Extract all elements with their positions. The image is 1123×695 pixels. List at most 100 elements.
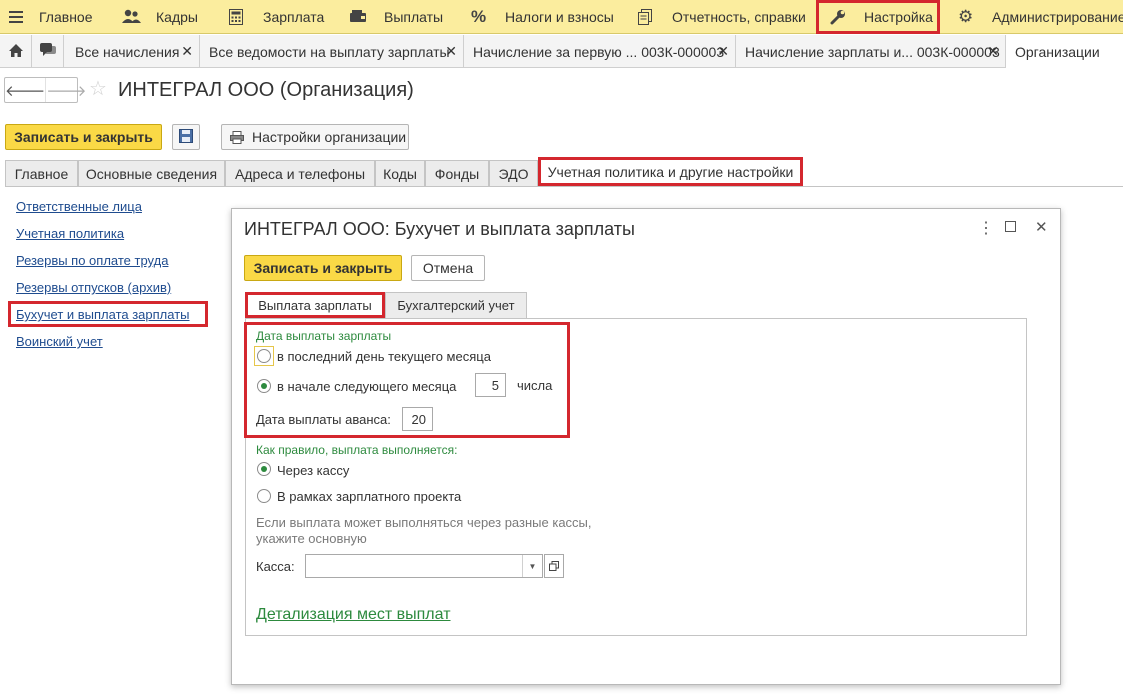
arrow-right-icon: 🡒 — [46, 82, 87, 100]
tab-edo[interactable]: ЭДО — [489, 160, 538, 186]
hint-line-2: укажите основную — [256, 531, 367, 546]
radio-label: в последний день текущего месяца — [277, 349, 491, 364]
tab-salary-payment[interactable]: Выплата зарплаты — [245, 292, 385, 318]
tab-label: Все ведомости на выплату зарплаты — [209, 43, 450, 60]
dialog-save-close-button[interactable]: Записать и закрыть — [244, 255, 402, 281]
people-icon — [122, 8, 141, 26]
close-icon[interactable]: ✕ — [717, 43, 729, 60]
tab-label: Начисление зарплаты и... 003К-000003 — [745, 43, 1000, 60]
hamburger-icon — [9, 8, 27, 26]
tab-salary-accrual[interactable]: Начисление зарплаты и... 003К-000003 ✕ — [736, 35, 1006, 68]
discussions-button[interactable] — [32, 35, 64, 68]
percent-icon: % — [471, 7, 487, 26]
save-close-button[interactable]: Записать и закрыть — [5, 124, 162, 150]
menu-item-settings[interactable]: Настройка — [830, 0, 933, 34]
button-label: Настройки организации — [252, 129, 407, 145]
tab-accounting[interactable]: Бухгалтерский учет — [385, 292, 527, 318]
close-icon[interactable]: ✕ — [1035, 218, 1048, 236]
maximize-icon[interactable] — [1005, 219, 1016, 236]
menu-label: Налоги и взносы — [505, 9, 614, 25]
pay-date-group-title: Дата выплаты зарплаты — [256, 329, 392, 343]
cancel-button[interactable]: Отмена — [411, 255, 485, 281]
tab-divider — [5, 186, 1123, 187]
menu-item-reports[interactable]: Отчетность, справки — [638, 0, 806, 34]
tab-accounting-policy[interactable]: Учетная политика и другие настройки — [538, 157, 803, 186]
favorite-star-icon[interactable]: ☆ — [89, 79, 107, 99]
menu-label: Выплаты — [384, 9, 444, 25]
link-vacation-reserves[interactable]: Резервы отпусков (архив) — [16, 280, 171, 295]
chevron-down-icon[interactable]: ▼ — [522, 555, 542, 577]
chat-icon — [39, 43, 56, 60]
menu-item-main[interactable]: Главное — [9, 0, 93, 34]
link-labor-reserves[interactable]: Резервы по оплате труда — [16, 253, 168, 268]
link-accounting-policy[interactable]: Учетная политика — [16, 226, 124, 241]
menu-label: Зарплата — [263, 9, 325, 25]
tab-label: Организации — [1015, 43, 1100, 60]
day-suffix-label: числа — [517, 378, 553, 393]
calculator-icon — [229, 8, 247, 26]
page-title: ИНТЕГРАЛ ООО (Организация) — [118, 79, 414, 101]
history-nav: 🡐 🡒 — [4, 77, 86, 103]
gear-icon: ⚙ — [958, 7, 974, 26]
arrow-left-icon: 🡐 — [5, 82, 46, 100]
wrench-icon — [830, 8, 848, 26]
top-menu: Главное Кадры Зарплата Выплаты % Налоги … — [0, 0, 1123, 34]
radio-next-month[interactable] — [257, 379, 271, 393]
next-month-day-input[interactable]: 5 — [475, 373, 506, 397]
tab-basic-info[interactable]: Основные сведения — [78, 160, 225, 186]
payment-method-group-title: Как правило, выплата выполняется: — [256, 443, 458, 457]
radio-label: в начале следующего месяца — [277, 379, 457, 394]
menu-item-taxes[interactable]: % Налоги и взносы — [471, 0, 614, 34]
tab-all-statements[interactable]: Все ведомости на выплату зарплаты ✕ — [200, 35, 464, 68]
tab-addresses[interactable]: Адреса и телефоны — [225, 160, 375, 186]
menu-label: Администрирование — [992, 9, 1123, 25]
radio-last-day[interactable] — [257, 349, 271, 363]
home-icon — [8, 43, 23, 60]
open-button[interactable] — [544, 554, 564, 578]
tab-label: Все начисления — [75, 43, 180, 60]
dialog-title: ИНТЕГРАЛ ООО: Бухучет и выплата зарплаты — [244, 219, 635, 239]
close-icon[interactable]: ✕ — [987, 43, 999, 60]
link-payroll-accounting[interactable]: Бухучет и выплата зарплаты — [16, 307, 190, 322]
home-button[interactable] — [0, 35, 32, 68]
menu-item-payments[interactable]: Выплаты — [350, 0, 443, 34]
more-menu-icon[interactable]: ⋮ — [978, 218, 994, 238]
back-button[interactable]: 🡐 — [5, 78, 45, 102]
advance-day-input[interactable]: 20 — [402, 407, 433, 431]
payroll-dialog: ИНТЕГРАЛ ООО: Бухучет и выплата зарплаты… — [231, 208, 1061, 685]
tab-first-half-accrual[interactable]: Начисление за первую ... 003К-000003 ✕ — [464, 35, 736, 68]
save-button[interactable] — [172, 124, 200, 150]
menu-label: Отчетность, справки — [672, 9, 806, 25]
window-tab-bar: Все начисления ✕ Все ведомости на выплат… — [0, 35, 1123, 68]
menu-label: Кадры — [156, 9, 198, 25]
documents-icon — [638, 8, 656, 26]
tab-all-accruals[interactable]: Все начисления ✕ — [66, 35, 200, 68]
menu-label: Настройка — [864, 9, 933, 25]
radio-cash[interactable] — [257, 462, 271, 476]
tab-codes[interactable]: Коды — [375, 160, 425, 186]
hint-line-1: Если выплата может выполняться через раз… — [256, 515, 592, 530]
cash-label: Касса: — [256, 559, 295, 574]
cash-select[interactable]: ▼ — [305, 554, 543, 578]
payment-places-link[interactable]: Детализация мест выплат — [256, 606, 451, 624]
tab-organizations[interactable]: Организации — [1006, 35, 1123, 68]
radio-label: В рамках зарплатного проекта — [277, 489, 462, 504]
menu-item-salary[interactable]: Зарплата — [229, 0, 324, 34]
tab-main[interactable]: Главное — [5, 160, 78, 186]
tab-label: Начисление за первую ... 003К-000003 — [473, 43, 725, 60]
close-icon[interactable]: ✕ — [181, 43, 193, 60]
org-settings-button[interactable]: Настройки организации — [221, 124, 409, 150]
printer-icon — [230, 130, 244, 144]
radio-label: Через кассу — [277, 463, 350, 478]
radio-salary-project[interactable] — [257, 489, 271, 503]
link-military-registration[interactable]: Воинский учет — [16, 334, 103, 349]
tab-funds[interactable]: Фонды — [425, 160, 489, 186]
forward-button[interactable]: 🡒 — [45, 78, 86, 102]
link-responsible-persons[interactable]: Ответственные лица — [16, 199, 142, 214]
floppy-icon — [179, 128, 193, 146]
menu-item-hr[interactable]: Кадры — [122, 0, 198, 34]
menu-item-admin[interactable]: ⚙ Администрирование — [958, 0, 1123, 34]
open-window-icon — [549, 559, 559, 574]
close-icon[interactable]: ✕ — [445, 43, 457, 60]
advance-date-label: Дата выплаты аванса: — [256, 412, 391, 427]
